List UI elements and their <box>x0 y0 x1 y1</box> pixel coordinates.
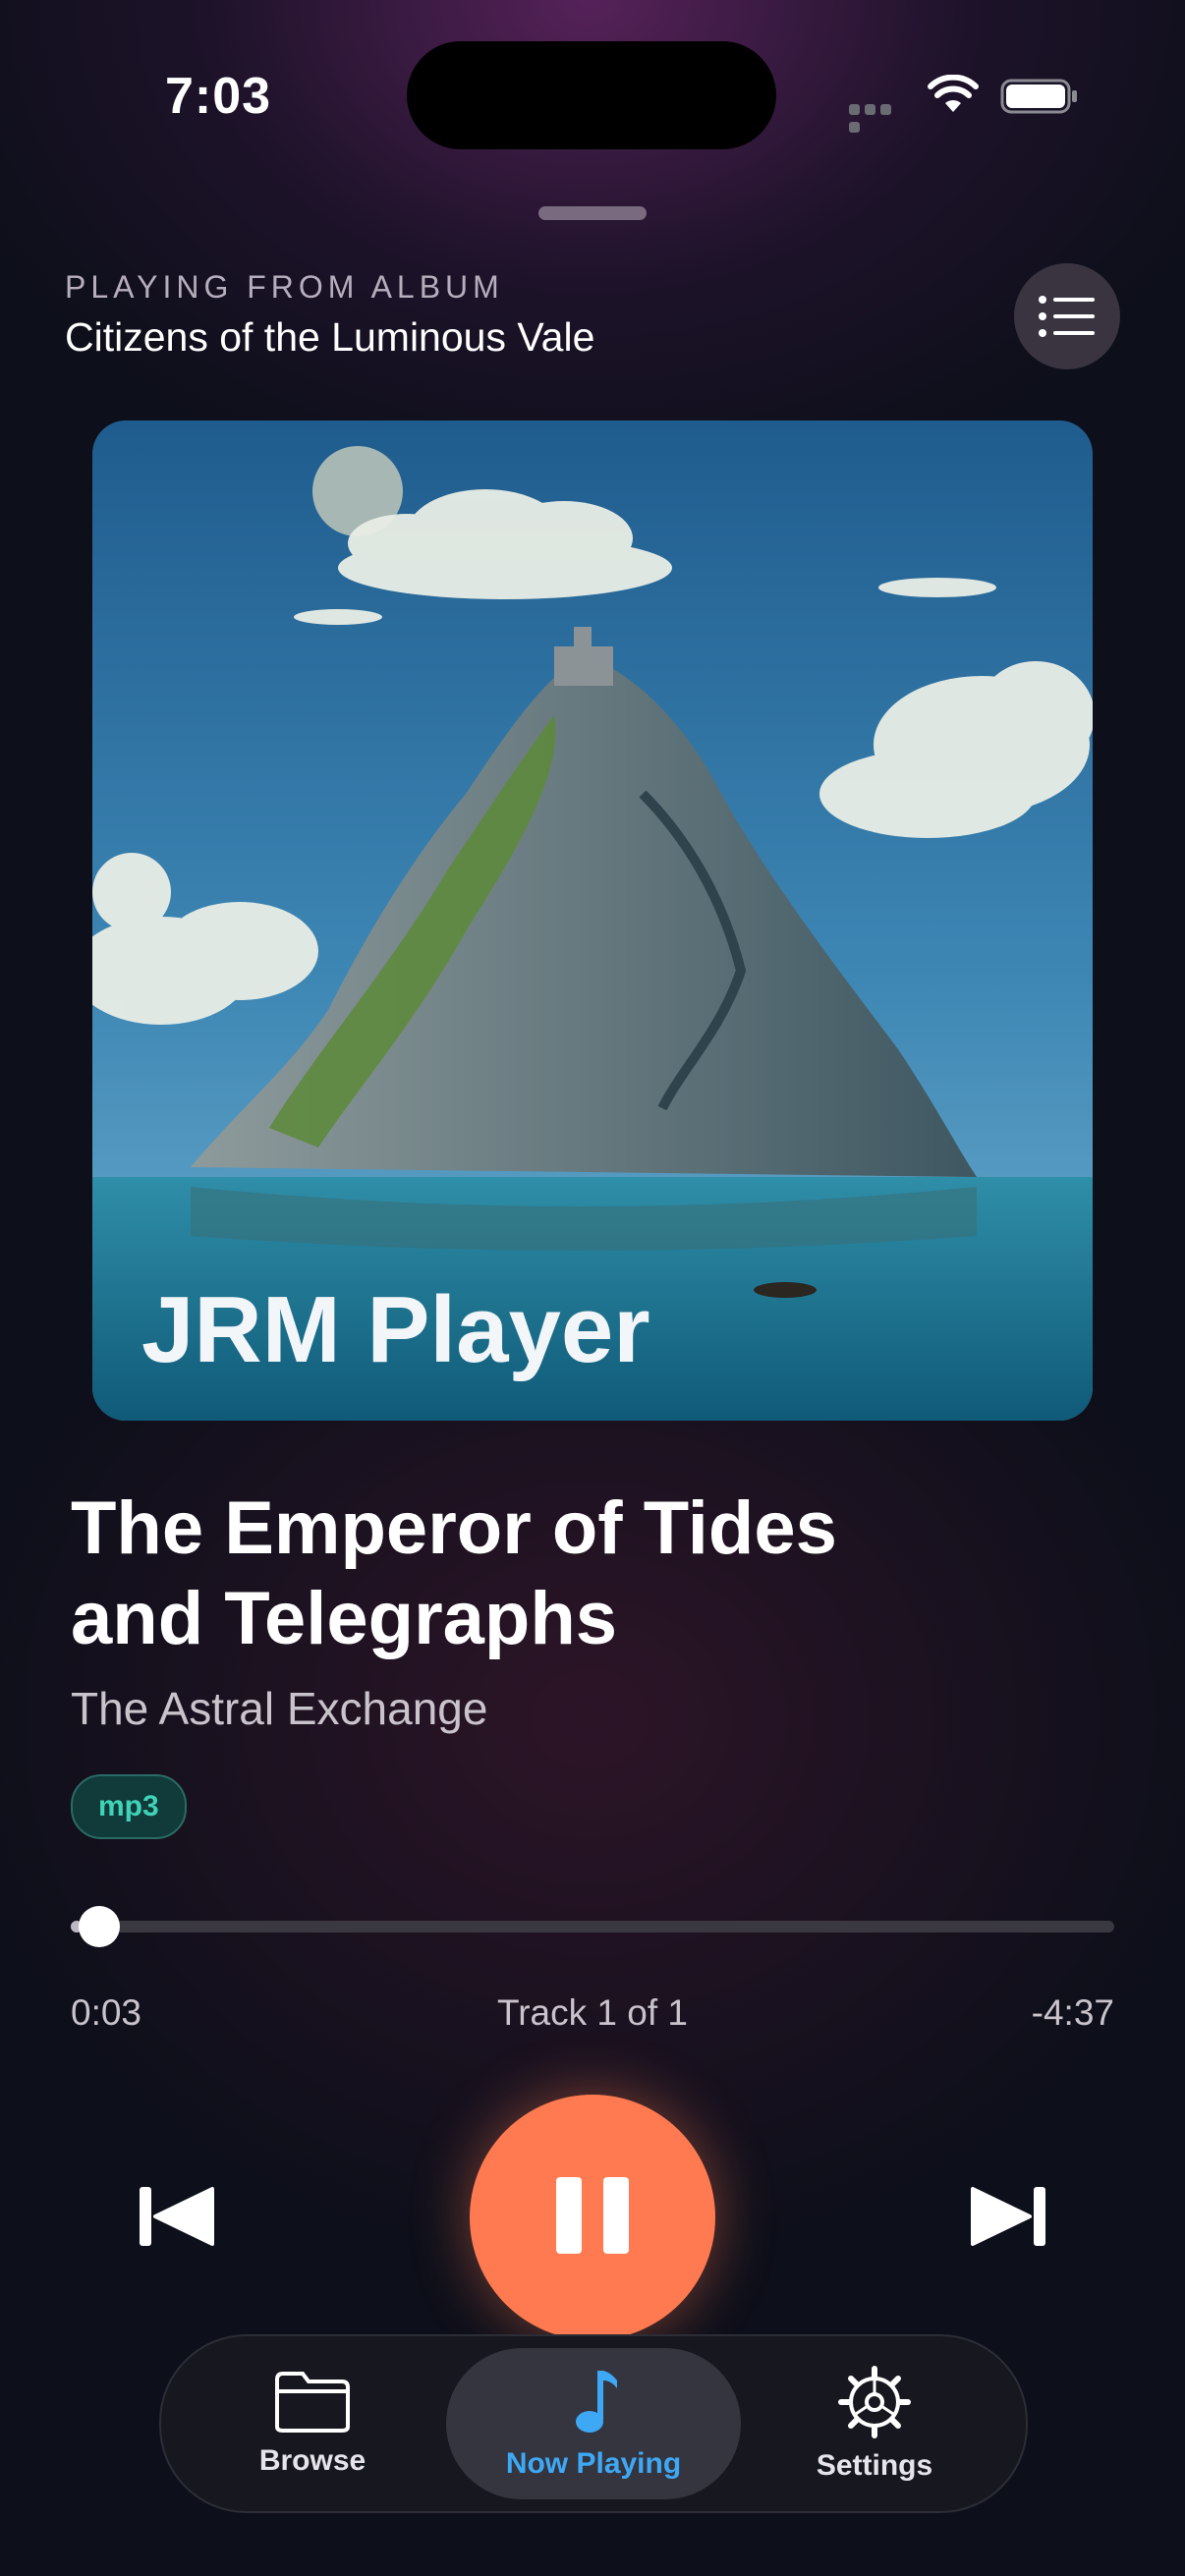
tab-now-playing[interactable]: Now Playing <box>446 2348 741 2499</box>
track-artist[interactable]: The Astral Exchange <box>71 1682 487 1735</box>
previous-track-button[interactable] <box>138 2185 216 2248</box>
music-note-icon <box>576 2371 617 2433</box>
remaining-time: -4:37 <box>1031 1992 1114 2033</box>
cellular-signal-icon <box>849 102 910 133</box>
format-badge: mp3 <box>71 1774 187 1839</box>
dynamic-island <box>407 41 776 149</box>
playing-from-label: PLAYING FROM ALBUM <box>65 269 504 305</box>
album-name[interactable]: Citizens of the Luminous Vale <box>65 314 594 361</box>
tab-browse-label: Browse <box>258 2444 367 2477</box>
list-icon <box>1039 296 1095 337</box>
tab-now-playing-label: Now Playing <box>505 2447 682 2480</box>
sheet-grabber[interactable] <box>538 206 647 220</box>
tab-settings-label: Settings <box>816 2449 933 2482</box>
pause-icon <box>545 2176 640 2259</box>
album-artwork: JRM Player <box>92 420 1093 1421</box>
wifi-icon <box>928 74 979 114</box>
folder-icon <box>275 2372 350 2433</box>
tab-bar: Browse Now Playing Settings <box>159 2334 1028 2513</box>
tab-browse[interactable]: Browse <box>189 2348 436 2499</box>
artwork-overlay-text: JRM Player <box>141 1277 650 1382</box>
progress-track[interactable] <box>71 1921 1114 1932</box>
gear-icon <box>838 2366 911 2438</box>
tab-settings[interactable]: Settings <box>751 2348 998 2499</box>
battery-icon <box>1000 77 1079 116</box>
next-track-button[interactable] <box>969 2185 1047 2248</box>
track-position: Track 1 of 1 <box>497 1992 688 2033</box>
skip-forward-icon <box>971 2187 1045 2246</box>
progress-thumb[interactable] <box>78 1906 120 1947</box>
pause-button[interactable] <box>470 2095 715 2340</box>
skip-back-icon <box>140 2187 214 2246</box>
track-title: The Emperor of Tides and Telegraphs <box>71 1486 837 1660</box>
queue-button[interactable] <box>1014 263 1120 369</box>
status-time: 7:03 <box>165 68 272 125</box>
